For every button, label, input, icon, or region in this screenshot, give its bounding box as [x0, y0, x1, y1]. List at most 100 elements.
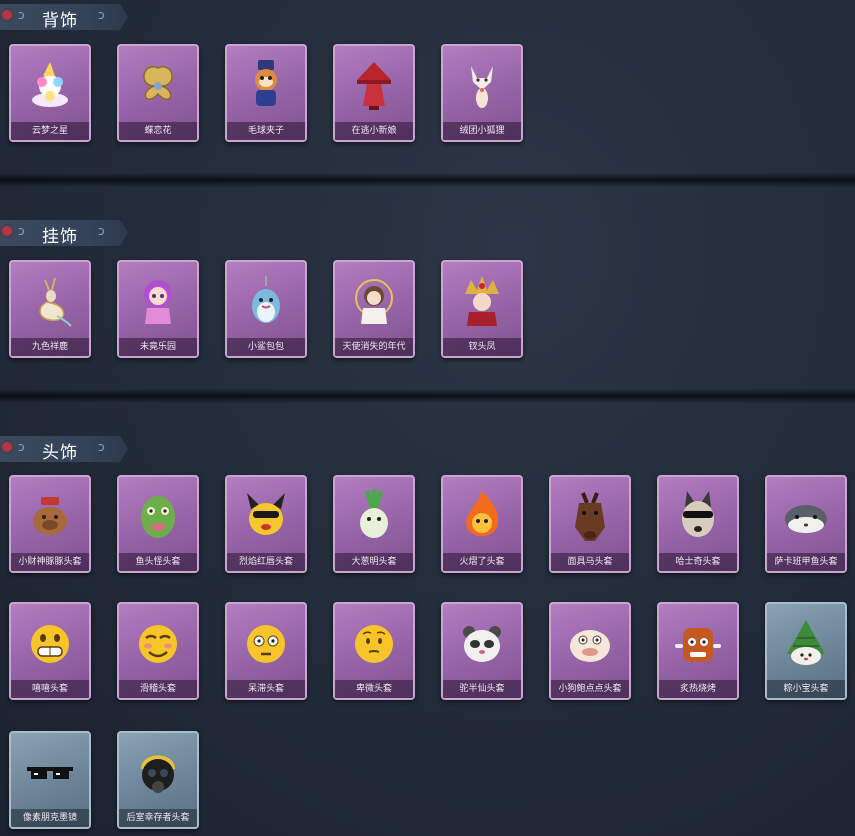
item-label: 驼半仙头套	[443, 680, 521, 698]
item-card[interactable]: 九色祥鹿	[9, 260, 91, 358]
raccoon-doll-icon	[241, 56, 291, 114]
item-card[interactable]: 天使消失的年代	[333, 260, 415, 358]
item-label: 云梦之星	[11, 122, 89, 140]
purple-hair-doll-icon	[133, 272, 183, 330]
item-card[interactable]: 烈焰红唇头套	[225, 475, 307, 573]
panda-bear-head-icon	[457, 614, 507, 672]
white-fox-icon	[457, 56, 507, 114]
item-card[interactable]: 大葱明头套	[333, 475, 415, 573]
item-card[interactable]: 萨卡班甲鱼头套	[765, 475, 847, 573]
sacabambaspis-icon	[781, 487, 831, 545]
section-title: 挂饰	[42, 227, 78, 247]
item-card[interactable]: 小狗鲍点点头套	[549, 602, 631, 700]
husky-sunglasses-icon	[673, 487, 723, 545]
swirl-ornament-icon: ↄ	[18, 224, 25, 238]
item-label: 钗头凤	[443, 338, 521, 356]
item-card[interactable]: 小鲨包包	[225, 260, 307, 358]
item-label: 九色祥鹿	[11, 338, 89, 356]
red-bride-doll-icon	[349, 56, 399, 114]
pixel-sunglasses-icon	[25, 743, 75, 801]
item-label: 蝶恋花	[119, 122, 197, 140]
swirl-ornament-icon: ↄ	[98, 440, 105, 454]
item-label: 小狗鲍点点头套	[551, 680, 629, 698]
item-card[interactable]: 钗头凤	[441, 260, 523, 358]
item-label: 小财神豚豚头套	[11, 553, 89, 571]
item-label: 大葱明头套	[335, 553, 413, 571]
pin-icon	[2, 10, 12, 20]
item-label: 嘻嘻头套	[11, 680, 89, 698]
swirl-ornament-icon: ↄ	[98, 224, 105, 238]
item-label: 面具马头套	[551, 553, 629, 571]
item-card[interactable]: 蝶恋花	[117, 44, 199, 142]
section-header-hanging: ↄ 挂饰 ↄ	[0, 220, 128, 246]
item-card[interactable]: 滑稽头套	[117, 602, 199, 700]
item-card[interactable]: 火熠了头套	[441, 475, 523, 573]
item-card[interactable]: 像素朋克墨镜	[9, 731, 91, 829]
bbq-meat-icon	[673, 614, 723, 672]
item-label: 卑微头套	[335, 680, 413, 698]
green-onion-head-icon	[349, 487, 399, 545]
shark-bag-icon	[241, 272, 291, 330]
item-label: 呆滞头套	[227, 680, 305, 698]
fish-head-icon	[133, 487, 183, 545]
golden-deer-icon	[25, 272, 75, 330]
item-card[interactable]: 云梦之星	[9, 44, 91, 142]
item-card[interactable]: 哈士奇头套	[657, 475, 739, 573]
phoenix-crown-icon	[457, 272, 507, 330]
item-label: 在逃小新娘	[335, 122, 413, 140]
item-label: 天使消失的年代	[335, 338, 413, 356]
angel-girl-icon	[349, 272, 399, 330]
item-card[interactable]: 面具马头套	[549, 475, 631, 573]
item-card[interactable]: 粽小宝头套	[765, 602, 847, 700]
item-label: 烈焰红唇头套	[227, 553, 305, 571]
item-card[interactable]: 小财神豚豚头套	[9, 475, 91, 573]
item-label: 火熠了头套	[443, 553, 521, 571]
yellow-creature-sunglasses-icon	[241, 487, 291, 545]
item-label: 未竟乐园	[119, 338, 197, 356]
rainbow-unicorn-icon	[25, 56, 75, 114]
item-label: 鱼头怪头套	[119, 553, 197, 571]
item-card[interactable]: 毛球夹子	[225, 44, 307, 142]
shy-emoji-icon	[349, 614, 399, 672]
item-label: 滑稽头套	[119, 680, 197, 698]
swirl-ornament-icon: ↄ	[18, 8, 25, 22]
item-label: 像素朋克墨镜	[11, 809, 89, 827]
item-card[interactable]: 后室幸存者头套	[117, 731, 199, 829]
pin-icon	[2, 442, 12, 452]
item-card[interactable]: 嘻嘻头套	[9, 602, 91, 700]
item-label: 萨卡班甲鱼头套	[767, 553, 845, 571]
item-card[interactable]: 未竟乐园	[117, 260, 199, 358]
grin-emoji-icon	[25, 614, 75, 672]
item-card[interactable]: 卑微头套	[333, 602, 415, 700]
golden-butterfly-icon	[133, 56, 183, 114]
swirl-ornament-icon: ↄ	[18, 440, 25, 454]
smirk-emoji-icon	[133, 614, 183, 672]
item-card[interactable]: 鱼头怪头套	[117, 475, 199, 573]
pug-head-icon	[565, 614, 615, 672]
capybara-head-icon	[25, 487, 75, 545]
item-card[interactable]: 在逃小新娘	[333, 44, 415, 142]
zongzi-head-icon	[781, 614, 831, 672]
section-title: 背饰	[42, 11, 78, 31]
item-label: 毛球夹子	[227, 122, 305, 140]
item-label: 哈士奇头套	[659, 553, 737, 571]
item-label: 小鲨包包	[227, 338, 305, 356]
item-label: 粽小宝头套	[767, 680, 845, 698]
swirl-ornament-icon: ↄ	[98, 8, 105, 22]
section-header-head: ↄ 头饰 ↄ	[0, 436, 128, 462]
fire-spirit-icon	[457, 487, 507, 545]
section-divider	[0, 389, 855, 403]
item-label: 炙热烧烤	[659, 680, 737, 698]
horse-mask-icon	[565, 487, 615, 545]
gas-mask-helmet-icon	[133, 743, 183, 801]
item-label: 后室幸存者头套	[119, 809, 197, 827]
section-divider	[0, 173, 855, 187]
section-header-back: ↄ 背饰 ↄ	[0, 4, 128, 30]
dazed-emoji-icon	[241, 614, 291, 672]
section-title: 头饰	[42, 443, 78, 463]
item-card[interactable]: 绒团小狐狸	[441, 44, 523, 142]
item-card[interactable]: 呆滞头套	[225, 602, 307, 700]
item-card[interactable]: 驼半仙头套	[441, 602, 523, 700]
pin-icon	[2, 226, 12, 236]
item-card[interactable]: 炙热烧烤	[657, 602, 739, 700]
